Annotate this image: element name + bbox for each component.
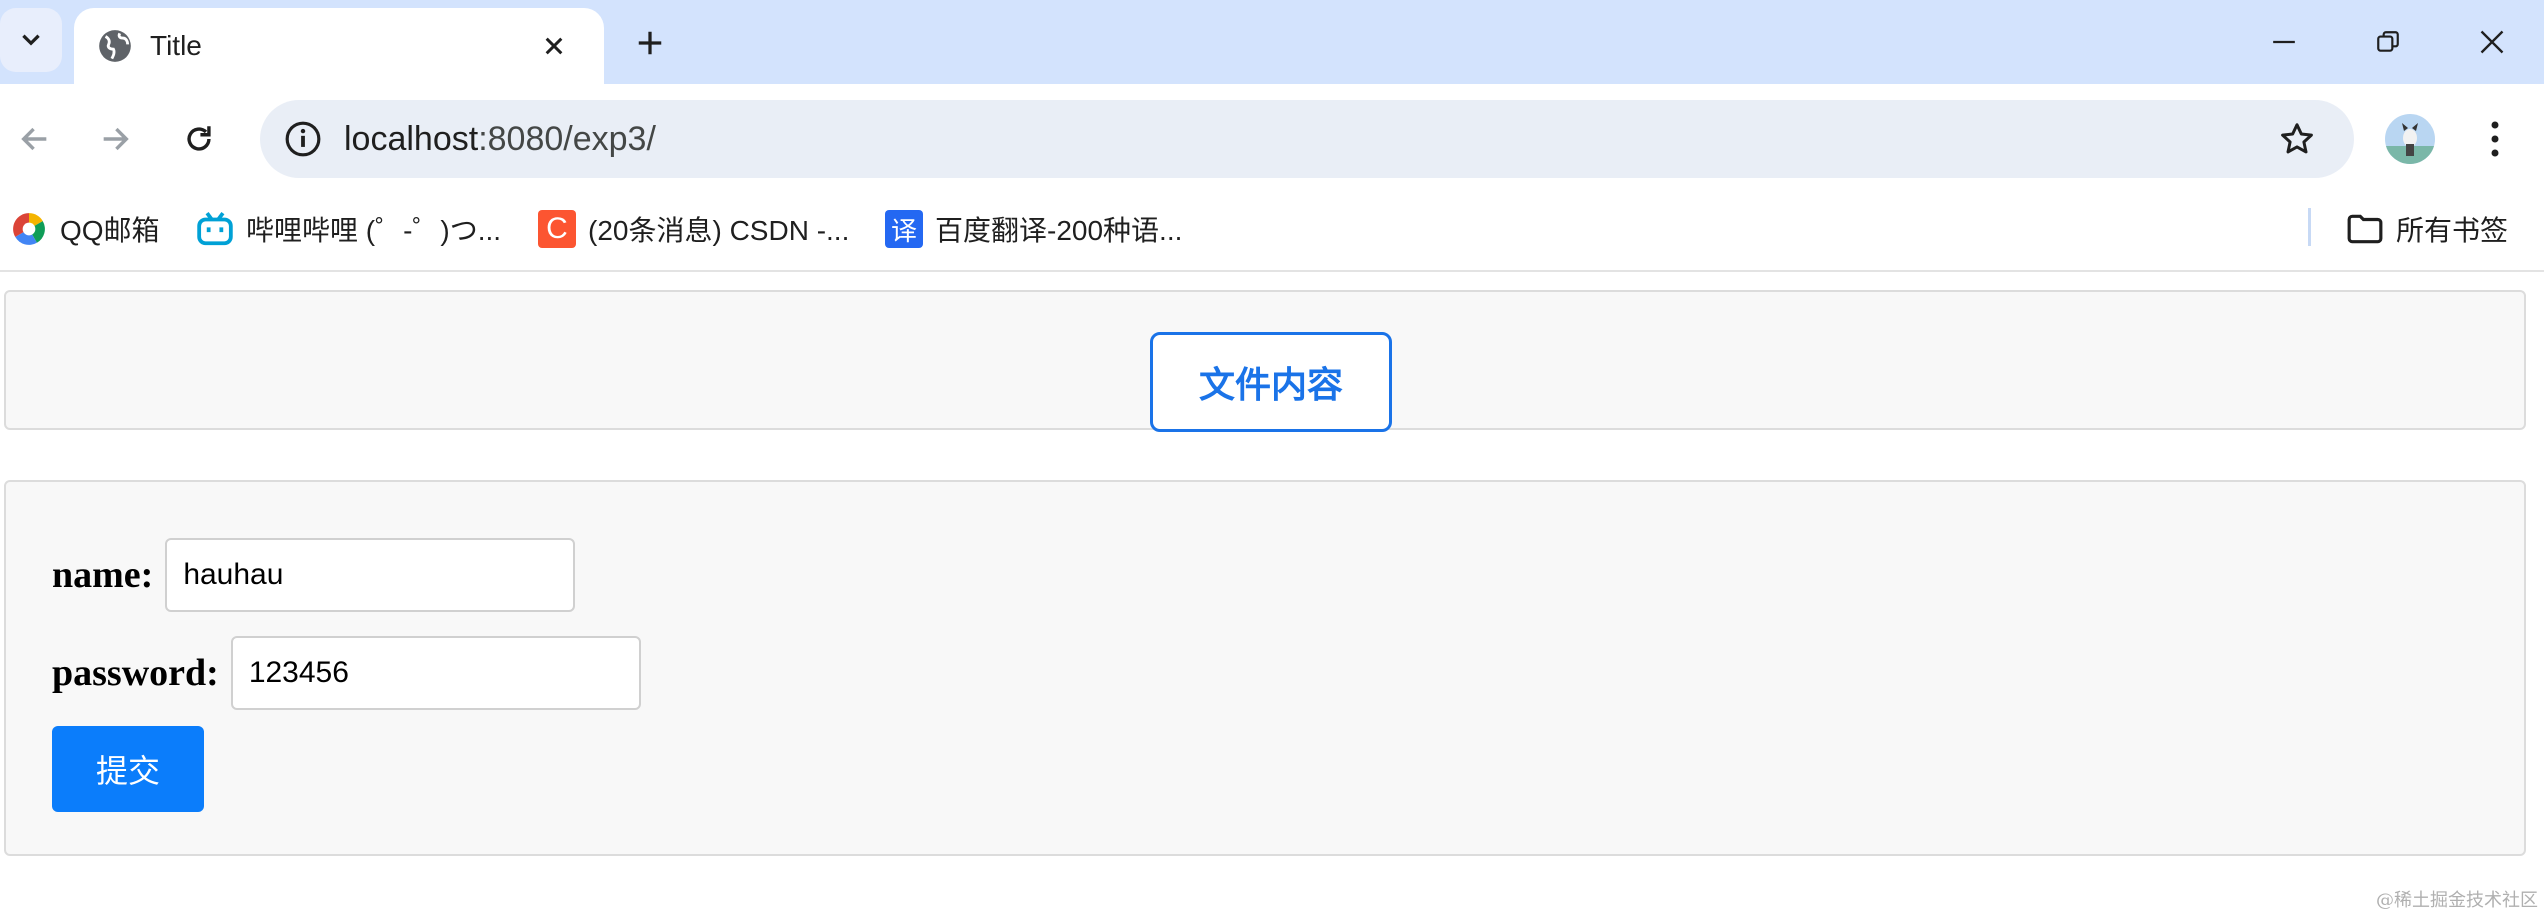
browser-menu-button[interactable] bbox=[2470, 110, 2520, 168]
more-vertical-icon bbox=[2491, 121, 2499, 157]
globe-icon bbox=[99, 30, 131, 62]
active-tab[interactable]: Title bbox=[74, 8, 604, 84]
name-input[interactable]: hauhau bbox=[165, 538, 576, 612]
folder-icon bbox=[2346, 210, 2384, 248]
tab-strip: Title bbox=[0, 0, 2544, 84]
baidu-translate-icon: 译 bbox=[885, 210, 923, 248]
reload-button[interactable] bbox=[170, 110, 228, 168]
minimize-button[interactable] bbox=[2256, 14, 2312, 70]
url-host: localhost bbox=[344, 120, 479, 158]
chevron-down-icon bbox=[22, 34, 40, 46]
bookmark-label: 百度翻译-200种语... bbox=[935, 215, 1183, 246]
url-path: :8080/exp3/ bbox=[478, 120, 656, 158]
password-row: password: 123456 bbox=[52, 636, 641, 710]
bookmarks-bar: QQ邮箱 哔哩哔哩 (゜-゜)つ... C (20条消息) CSDN -... … bbox=[0, 192, 2544, 272]
restore-button[interactable] bbox=[2360, 14, 2416, 70]
bookmark-star-button[interactable] bbox=[2272, 114, 2322, 164]
restore-icon bbox=[2377, 31, 2399, 52]
password-label: password: bbox=[52, 652, 219, 694]
name-row: name: hauhau bbox=[52, 538, 576, 612]
tab-search-button[interactable] bbox=[0, 8, 62, 72]
header-panel: 文件内容 bbox=[4, 290, 2526, 432]
bookmark-label: (20条消息) CSDN -... bbox=[588, 215, 850, 246]
bookmark-label: QQ邮箱 bbox=[60, 215, 160, 246]
bookmark-qq-mail[interactable]: QQ邮箱 bbox=[10, 204, 160, 254]
bookmark-csdn[interactable]: C (20条消息) CSDN -... bbox=[538, 204, 849, 254]
reload-icon bbox=[187, 126, 211, 151]
close-window-button[interactable] bbox=[2464, 14, 2520, 70]
tab-title: Title bbox=[150, 30, 202, 61]
file-content-button[interactable]: 文件内容 bbox=[1150, 332, 1392, 432]
address-bar[interactable]: localhost:8080/exp3/ bbox=[260, 100, 2354, 178]
name-label: name: bbox=[52, 554, 154, 596]
plus-icon bbox=[638, 31, 662, 55]
login-form: name: hauhau password: 123456 提交 bbox=[4, 480, 2526, 856]
avatar-icon bbox=[2385, 114, 2435, 164]
close-icon bbox=[545, 37, 563, 55]
bookmark-baidu-translate[interactable]: 译 百度翻译-200种语... bbox=[885, 204, 1182, 254]
all-bookmarks-label: 所有书签 bbox=[2396, 215, 2509, 246]
csdn-icon: C bbox=[538, 210, 576, 248]
submit-button[interactable]: 提交 bbox=[52, 726, 204, 812]
forward-button[interactable] bbox=[86, 110, 144, 168]
all-bookmarks-button[interactable]: 所有书签 bbox=[2346, 204, 2508, 254]
watermark: @稀土掘金技术社区 bbox=[2376, 890, 2538, 911]
bookmark-label: 哔哩哔哩 (゜-゜)つ... bbox=[246, 215, 502, 246]
star-icon bbox=[2281, 123, 2313, 154]
browser-toolbar: localhost:8080/exp3/ bbox=[0, 84, 2544, 192]
close-icon bbox=[2480, 30, 2504, 54]
bookmark-bilibili[interactable]: 哔哩哔哩 (゜-゜)つ... bbox=[196, 204, 501, 254]
url-text[interactable]: localhost:8080/exp3/ bbox=[344, 120, 656, 159]
profile-avatar[interactable] bbox=[2385, 114, 2435, 164]
bookmarks-separator bbox=[2308, 208, 2311, 246]
csdn-icon-letter: C bbox=[546, 212, 568, 245]
baidu-translate-icon-char: 译 bbox=[890, 215, 917, 246]
password-input[interactable]: 123456 bbox=[230, 636, 641, 710]
info-icon bbox=[285, 121, 321, 157]
arrow-left-icon bbox=[21, 127, 47, 151]
qq-mail-icon bbox=[10, 210, 48, 248]
back-button[interactable] bbox=[6, 110, 64, 168]
arrow-right-icon bbox=[103, 127, 129, 151]
new-tab-button[interactable] bbox=[625, 18, 675, 68]
bilibili-icon bbox=[196, 210, 234, 248]
page-content: 文件内容 name: hauhau password: 123456 提交 @稀… bbox=[0, 272, 2544, 916]
minimize-icon bbox=[2273, 40, 2295, 44]
site-info-button[interactable] bbox=[278, 114, 328, 164]
tab-close-button[interactable] bbox=[534, 26, 574, 66]
